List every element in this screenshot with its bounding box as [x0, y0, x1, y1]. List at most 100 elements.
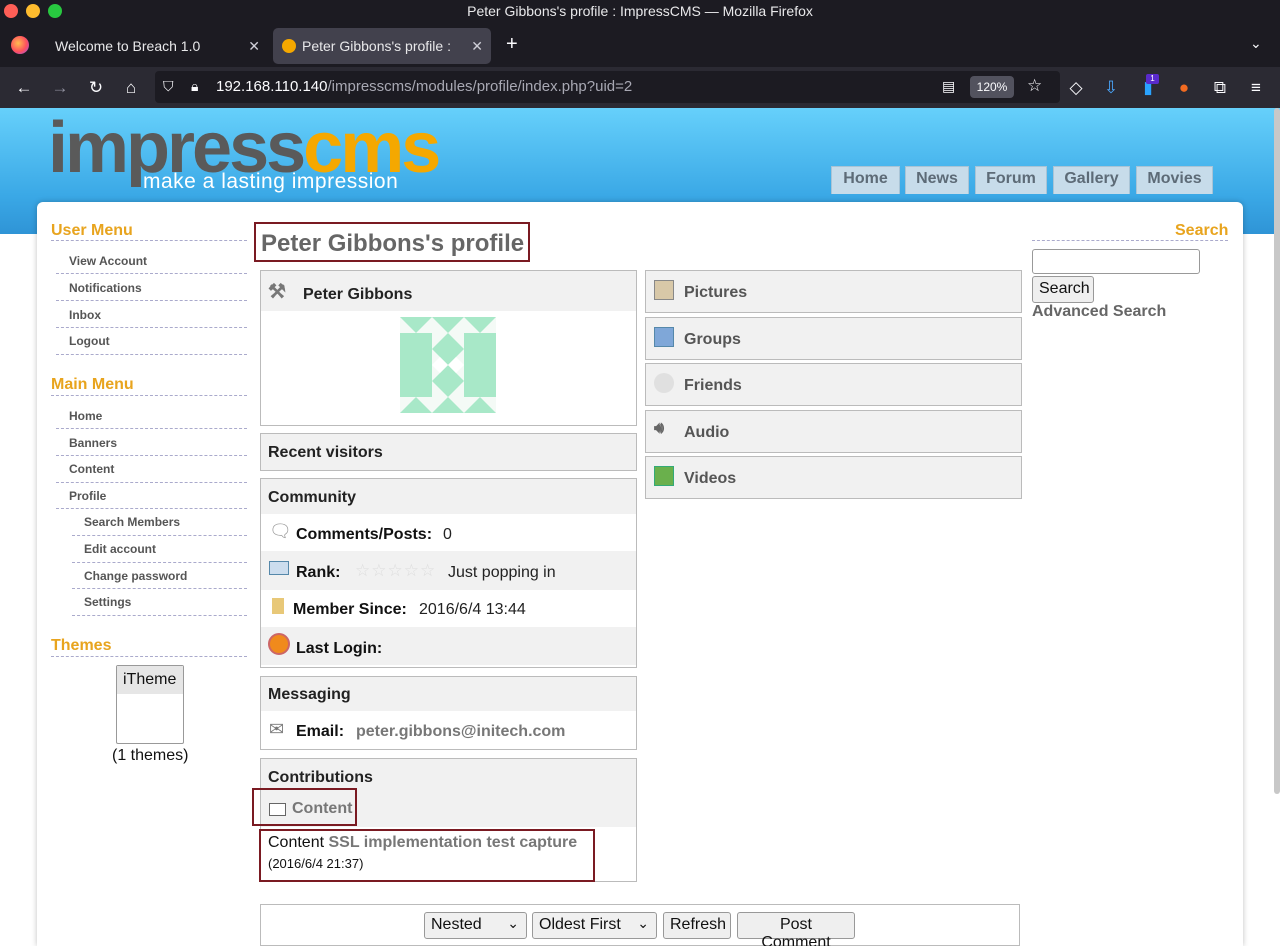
theme-option[interactable]: iTheme	[117, 666, 183, 694]
menu-settings[interactable]: Settings	[84, 595, 131, 609]
search-title: Search	[1175, 222, 1229, 239]
window-title: Peter Gibbons's profile : ImpressCMS — M…	[467, 3, 813, 19]
messaging-panel: Messaging ✉ Email: peter.gibbons@initech…	[260, 676, 637, 750]
divider	[72, 588, 247, 589]
comment-mode-select[interactable]: Nested ⌄	[424, 912, 527, 939]
pocket-icon[interactable]: ◇	[1065, 77, 1087, 99]
friends-panel[interactable]: Friends	[645, 363, 1022, 406]
refresh-button[interactable]: Refresh	[663, 912, 731, 939]
divider	[56, 354, 247, 355]
firefox-view-icon[interactable]	[11, 36, 29, 54]
comment-mode-value: Nested	[431, 916, 482, 933]
bookmark-star-icon[interactable]: ☆	[1027, 76, 1042, 96]
divider	[72, 535, 247, 536]
page-title: Peter Gibbons's profile	[254, 222, 530, 262]
menu-home[interactable]: Home	[69, 409, 102, 423]
tab-label: Welcome to Breach 1.0	[55, 38, 201, 54]
extensions-puzzle-icon[interactable]: ⧉	[1209, 77, 1231, 99]
groups-panel[interactable]: Groups	[645, 317, 1022, 360]
community-panel: Community 🗨︎ Comments/Posts: 0 Rank: ☆☆☆…	[260, 478, 637, 668]
menu-inbox[interactable]: Inbox	[69, 308, 101, 322]
menu-hamburger-icon[interactable]: ≡	[1245, 77, 1267, 99]
menu-search-members[interactable]: Search Members	[84, 515, 180, 529]
search-input[interactable]	[1032, 249, 1200, 274]
last-login-row: Last Login:	[261, 627, 636, 665]
home-icon[interactable]: ⌂	[120, 77, 142, 99]
theme-select-list[interactable]: iTheme	[116, 665, 184, 744]
search-button[interactable]: Search	[1032, 276, 1094, 303]
film-icon	[654, 466, 674, 486]
close-window-button[interactable]	[4, 4, 18, 18]
menu-content[interactable]: Content	[69, 462, 114, 476]
profile-card: ⚒ Peter Gibbons	[260, 270, 637, 426]
rank-label: Rank:	[296, 564, 341, 581]
shield-icon[interactable]: ⛉	[163, 78, 174, 95]
email-row: ✉ Email: peter.gibbons@initech.com	[261, 711, 636, 749]
menu-profile[interactable]: Profile	[69, 489, 106, 503]
topnav-news[interactable]: News	[905, 166, 969, 194]
url-text[interactable]: 192.168.110.140/impresscms/modules/profi…	[216, 78, 632, 95]
advanced-search-link[interactable]: Advanced Search	[1032, 303, 1166, 321]
tab-close-icon[interactable]: ✕	[471, 28, 483, 64]
divider	[56, 482, 247, 483]
maximize-window-button[interactable]	[48, 4, 62, 18]
downloads-icon[interactable]: ⇩	[1100, 77, 1122, 99]
user-menu-title: User Menu	[51, 222, 133, 239]
menu-view-account[interactable]: View Account	[69, 254, 147, 268]
highlight-box	[252, 788, 357, 826]
pictures-panel[interactable]: Pictures	[645, 270, 1022, 313]
contributions-title: Contributions	[268, 769, 373, 786]
themes-count: (1 themes)	[112, 747, 189, 764]
member-since-row: Member Since: 2016/6/4 13:44	[261, 590, 636, 627]
member-since-value: 2016/6/4 13:44	[419, 601, 526, 618]
comments-icon: 🗨︎	[269, 521, 292, 541]
divider	[56, 300, 247, 301]
highlight-box	[259, 829, 595, 882]
tab-label: Peter Gibbons's profile : I	[302, 38, 452, 54]
audio-panel[interactable]: 🔊︎ Audio	[645, 410, 1022, 453]
last-login-label: Last Login:	[296, 640, 383, 657]
menu-logout[interactable]: Logout	[69, 334, 110, 348]
groups-label: Groups	[684, 331, 741, 348]
profile-card-header: ⚒ Peter Gibbons	[261, 271, 636, 311]
comment-order-value: Oldest First	[539, 916, 621, 933]
url-path: /impresscms/modules/profile/index.php?ui…	[327, 78, 633, 95]
topnav-gallery[interactable]: Gallery	[1053, 166, 1130, 194]
menu-edit-account[interactable]: Edit account	[84, 542, 156, 556]
post-comment-button[interactable]: Post Comment	[737, 912, 855, 946]
new-tab-icon[interactable]: +	[506, 33, 518, 56]
topnav-home[interactable]: Home	[831, 166, 900, 194]
nav-bar: ← → ↻ ⌂ ⛉ 🔒︎ 192.168.110.140/impresscms/…	[0, 67, 1280, 108]
menu-banners[interactable]: Banners	[69, 436, 117, 450]
email-link[interactable]: peter.gibbons@initech.com	[356, 723, 565, 741]
zoom-level-button[interactable]: 120%	[970, 76, 1014, 98]
comment-order-select[interactable]: Oldest First ⌄	[532, 912, 657, 939]
chevron-down-icon: ⌄	[637, 915, 649, 931]
divider	[72, 562, 247, 563]
videos-panel[interactable]: Videos	[645, 456, 1022, 499]
profile-user-name: Peter Gibbons	[303, 286, 413, 303]
rank-stars-icon: ☆☆☆☆☆	[355, 561, 437, 580]
tab-close-icon[interactable]: ✕	[248, 28, 260, 64]
reload-icon[interactable]: ↻	[85, 77, 107, 99]
menu-change-password[interactable]: Change password	[84, 569, 187, 583]
tab-profile[interactable]: Peter Gibbons's profile : I ✕	[273, 28, 491, 64]
page-scrollbar[interactable]	[1274, 108, 1280, 794]
forward-arrow-icon[interactable]: →	[49, 77, 71, 99]
url-bar[interactable]: ⛉ 🔒︎ 192.168.110.140/impresscms/modules/…	[155, 71, 1060, 103]
window-titlebar: Peter Gibbons's profile : ImpressCMS — M…	[0, 0, 1280, 24]
back-arrow-icon[interactable]: ←	[13, 77, 35, 99]
topnav-movies[interactable]: Movies	[1136, 166, 1213, 194]
site-tagline: make a lasting impression	[143, 170, 399, 193]
menu-notifications[interactable]: Notifications	[69, 281, 142, 295]
url-host: 192.168.110.140	[216, 78, 328, 95]
tab-list-chevron-icon[interactable]: ⌄	[1250, 35, 1262, 52]
videos-label: Videos	[684, 470, 737, 487]
foxyproxy-icon[interactable]: ●	[1173, 77, 1195, 99]
divider	[72, 615, 247, 616]
topnav-forum[interactable]: Forum	[975, 166, 1047, 194]
reader-view-icon[interactable]: ▤	[942, 78, 955, 95]
tab-welcome[interactable]: Welcome to Breach 1.0 ✕	[42, 28, 268, 64]
minimize-window-button[interactable]	[26, 4, 40, 18]
lock-icon[interactable]: 🔒︎	[191, 78, 198, 95]
